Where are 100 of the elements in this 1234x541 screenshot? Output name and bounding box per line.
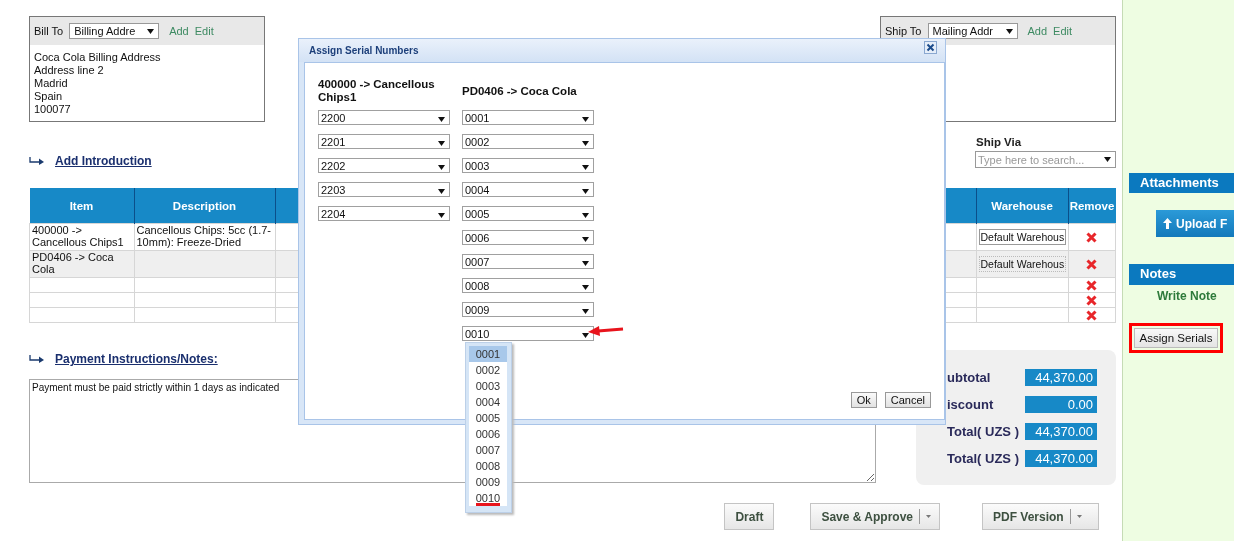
caret-icon <box>1005 28 1013 34</box>
address-line: Coca Cola Billing Address <box>34 51 162 64</box>
warehouse-select[interactable]: Default Warehous <box>978 229 1066 245</box>
dropdown-option[interactable]: 0001 <box>469 346 507 362</box>
serial-select[interactable]: 0004 <box>462 182 594 197</box>
serial-select[interactable]: 2203 <box>318 182 450 197</box>
add-link[interactable]: Add <box>169 25 189 37</box>
remove-icon[interactable] <box>1086 258 1098 270</box>
serial-select[interactable]: 0009 <box>462 302 594 317</box>
total-value: 0.00 <box>1025 396 1097 413</box>
caret-icon <box>438 117 445 122</box>
remove-icon[interactable] <box>1086 309 1098 321</box>
dropdown-option[interactable]: 0006 <box>469 426 507 442</box>
dropdown-option[interactable]: 0005 <box>469 410 507 426</box>
product-heading: 400000 -> Cancellous Chips1 <box>318 78 436 104</box>
remove-icon[interactable] <box>1086 231 1098 243</box>
total-value: 44,370.00 <box>1025 369 1097 386</box>
column-header: Item <box>29 188 134 224</box>
assign-serials-button[interactable]: Assign Serials <box>1134 328 1218 348</box>
write-note-link[interactable]: Write Note <box>1157 289 1234 303</box>
serial-select[interactable]: 0002 <box>462 134 594 149</box>
add-link[interactable]: Add <box>1027 25 1048 37</box>
edit-link[interactable]: Edit <box>194 25 214 37</box>
remove-icon[interactable] <box>1086 294 1098 306</box>
ship-via-label: Ship Via <box>976 136 1023 148</box>
serial-select[interactable]: 0007 <box>462 254 594 269</box>
caret-icon <box>582 237 589 242</box>
product-heading: PD0406 -> Coca Cola <box>462 84 577 98</box>
dialog-title: Assign Serial Numbers <box>309 45 419 56</box>
caret-icon <box>582 285 589 290</box>
caret-icon <box>1076 515 1082 518</box>
caret-icon <box>582 213 589 218</box>
address-label: Bill To <box>34 25 64 37</box>
ship-via-field[interactable]: Type here to search... <box>975 151 1116 168</box>
upload-button[interactable]: Upload F <box>1156 210 1234 237</box>
serial-select[interactable]: 2200 <box>318 110 450 125</box>
caret-icon <box>438 189 445 194</box>
close-icon[interactable] <box>924 41 937 54</box>
address-line: Madrid <box>34 77 69 90</box>
address-select[interactable]: Mailing Addr <box>927 23 1018 39</box>
dropdown-option[interactable]: 0007 <box>469 442 507 458</box>
serial-select[interactable]: 0008 <box>462 278 594 293</box>
serial-select[interactable]: 0010 <box>462 326 594 341</box>
address-select[interactable]: Billing Addre <box>69 23 160 39</box>
column-header: Warehouse <box>976 188 1068 224</box>
add-introduction-link[interactable]: Add Introduction <box>55 154 152 168</box>
caret-icon <box>147 28 155 34</box>
arrow-right-icon <box>29 157 45 165</box>
split-button[interactable]: Save & Approve <box>810 503 940 530</box>
section-header: Notes <box>1129 264 1234 285</box>
caret-icon <box>582 165 589 170</box>
caret-icon <box>582 333 589 338</box>
caret-icon <box>1104 157 1111 162</box>
edit-link[interactable]: Edit <box>1053 25 1073 37</box>
table-cell: Cancellous Chips: 5cc (1.7-10mm): Freeze-Dried <box>136 224 271 248</box>
split-button[interactable]: PDF Version <box>982 503 1099 530</box>
serial-select[interactable]: 2202 <box>318 158 450 173</box>
total-value: 44,370.00 <box>1025 423 1097 440</box>
dropdown-option[interactable]: 0010 <box>469 490 507 506</box>
serial-select[interactable]: 0001 <box>462 110 594 125</box>
upload-arrow-icon <box>1163 218 1172 229</box>
address-line: Spain <box>34 90 64 103</box>
dropdown-option[interactable]: 0002 <box>469 362 507 378</box>
caret-icon <box>438 165 445 170</box>
caret-icon <box>582 141 589 146</box>
caret-icon <box>926 515 931 518</box>
dialog-button[interactable]: Ok <box>850 392 877 408</box>
caret-icon <box>438 213 445 218</box>
column-header: Remove <box>1068 188 1116 224</box>
caret-icon <box>582 189 589 194</box>
table-cell: 400000 -> Cancellous Chips1 <box>29 223 134 251</box>
total-value: 44,370.00 <box>1025 450 1097 467</box>
address-line: Address line 2 <box>34 64 105 77</box>
total-label: Total( UZS ) <box>947 451 1019 466</box>
address-line: 100077 <box>34 103 72 116</box>
serial-select[interactable]: 0005 <box>462 206 594 221</box>
action-button[interactable]: Draft <box>724 503 775 530</box>
total-label: ubtotal <box>947 370 991 385</box>
total-label: Total( UZS ) <box>947 424 1019 439</box>
dropdown-option[interactable]: 0003 <box>469 378 507 394</box>
section-header: Attachments <box>1129 173 1234 193</box>
caret-icon <box>438 141 445 146</box>
remove-icon[interactable] <box>1086 279 1098 291</box>
caret-icon <box>582 261 589 266</box>
dropdown-option[interactable]: 0009 <box>469 474 507 490</box>
arrow-right-icon <box>29 355 45 363</box>
caret-icon <box>582 309 589 314</box>
payment-notes-link[interactable]: Payment Instructions/Notes: <box>55 352 218 366</box>
dialog-button[interactable]: Cancel <box>884 392 931 408</box>
caret-icon <box>582 117 589 122</box>
dropdown-option[interactable]: 0008 <box>469 458 507 474</box>
serial-select[interactable]: 2201 <box>318 134 450 149</box>
dropdown-option[interactable]: 0004 <box>469 394 507 410</box>
serial-select[interactable]: 0006 <box>462 230 594 245</box>
table-cell: PD0406 -> Coca Cola <box>29 250 134 278</box>
total-label: iscount <box>947 397 994 412</box>
column-header: Description <box>134 188 275 224</box>
address-label: Ship To <box>885 25 922 37</box>
serial-select[interactable]: 2204 <box>318 206 450 221</box>
serial-select[interactable]: 0003 <box>462 158 594 173</box>
